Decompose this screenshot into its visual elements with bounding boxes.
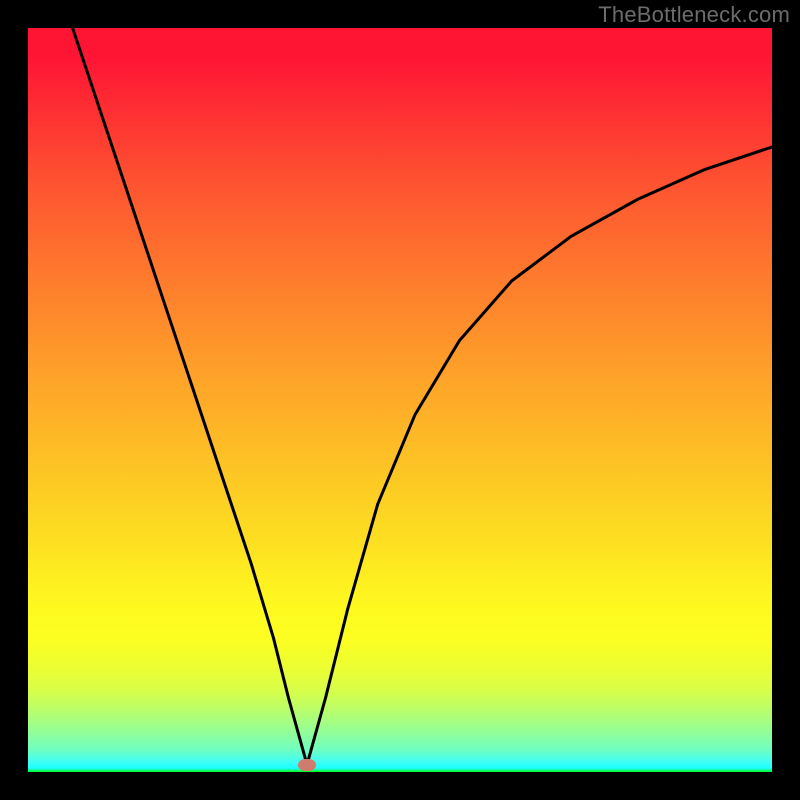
bottleneck-curve: [28, 28, 772, 772]
watermark-text: TheBottleneck.com: [598, 2, 790, 28]
optimum-marker-icon: [298, 759, 316, 771]
chart-frame: TheBottleneck.com: [0, 0, 800, 800]
plot-area: [28, 28, 772, 772]
